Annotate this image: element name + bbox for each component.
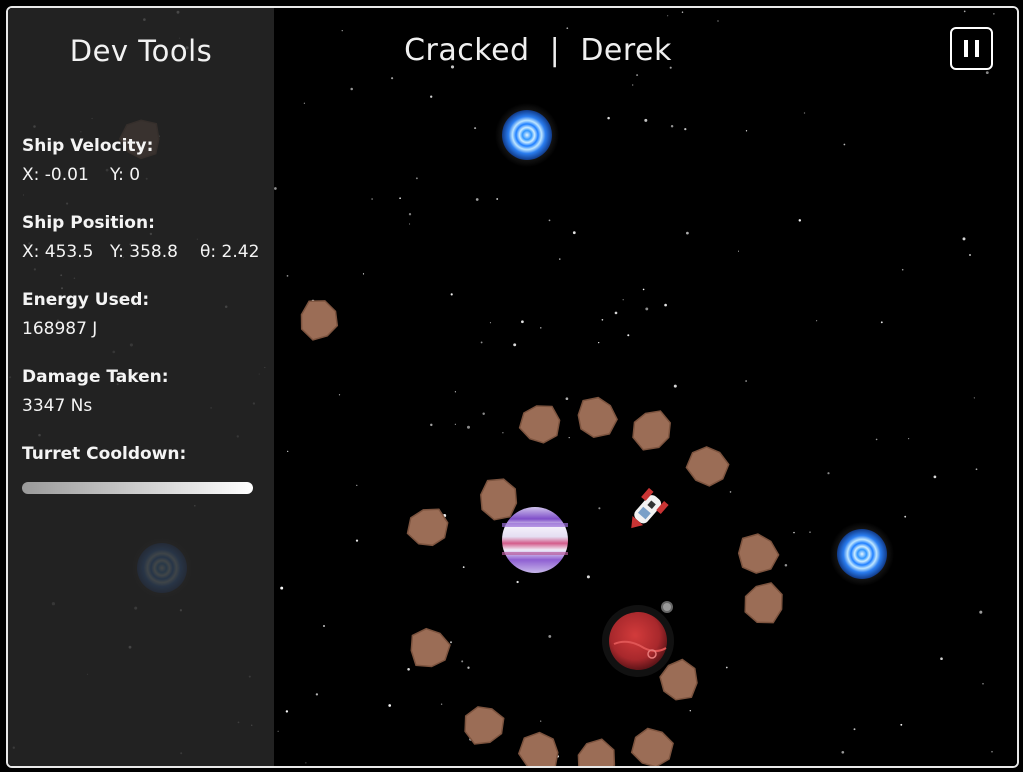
energy-value: 168987 J: [22, 319, 98, 339]
dev-tools-title: Dev Tools: [69, 34, 213, 68]
damage-label: Damage Taken:: [22, 367, 169, 387]
game-title: Cracked | Derek: [404, 33, 672, 68]
game-frame: Dev Tools Ship Velocity: X: -0.01 Y: 0 S…: [6, 6, 1019, 768]
moon: [661, 601, 673, 613]
portal-top: [495, 103, 559, 167]
portal-right: [830, 522, 894, 586]
asteroid: [480, 478, 518, 521]
velocity-y: Y: 0: [110, 165, 141, 185]
cooldown-label: Turret Cooldown:: [22, 444, 187, 464]
pause-button[interactable]: [950, 27, 993, 70]
position-x: X: 453.5: [22, 242, 94, 262]
velocity-label: Ship Velocity:: [22, 136, 154, 156]
turret-cooldown-bar: [22, 482, 253, 494]
damage-value: 3347 Ns: [22, 396, 93, 416]
position-y: Y: 358.8: [110, 242, 178, 262]
position-label: Ship Position:: [22, 213, 155, 233]
red-planet: [602, 605, 674, 677]
velocity-x: X: -0.01: [22, 165, 89, 185]
dev-tools-panel: Dev Tools Ship Velocity: X: -0.01 Y: 0 S…: [8, 8, 274, 766]
gas-planet: [502, 504, 574, 576]
position-theta: θ: 2.42: [200, 242, 260, 262]
energy-label: Energy Used:: [22, 290, 150, 310]
